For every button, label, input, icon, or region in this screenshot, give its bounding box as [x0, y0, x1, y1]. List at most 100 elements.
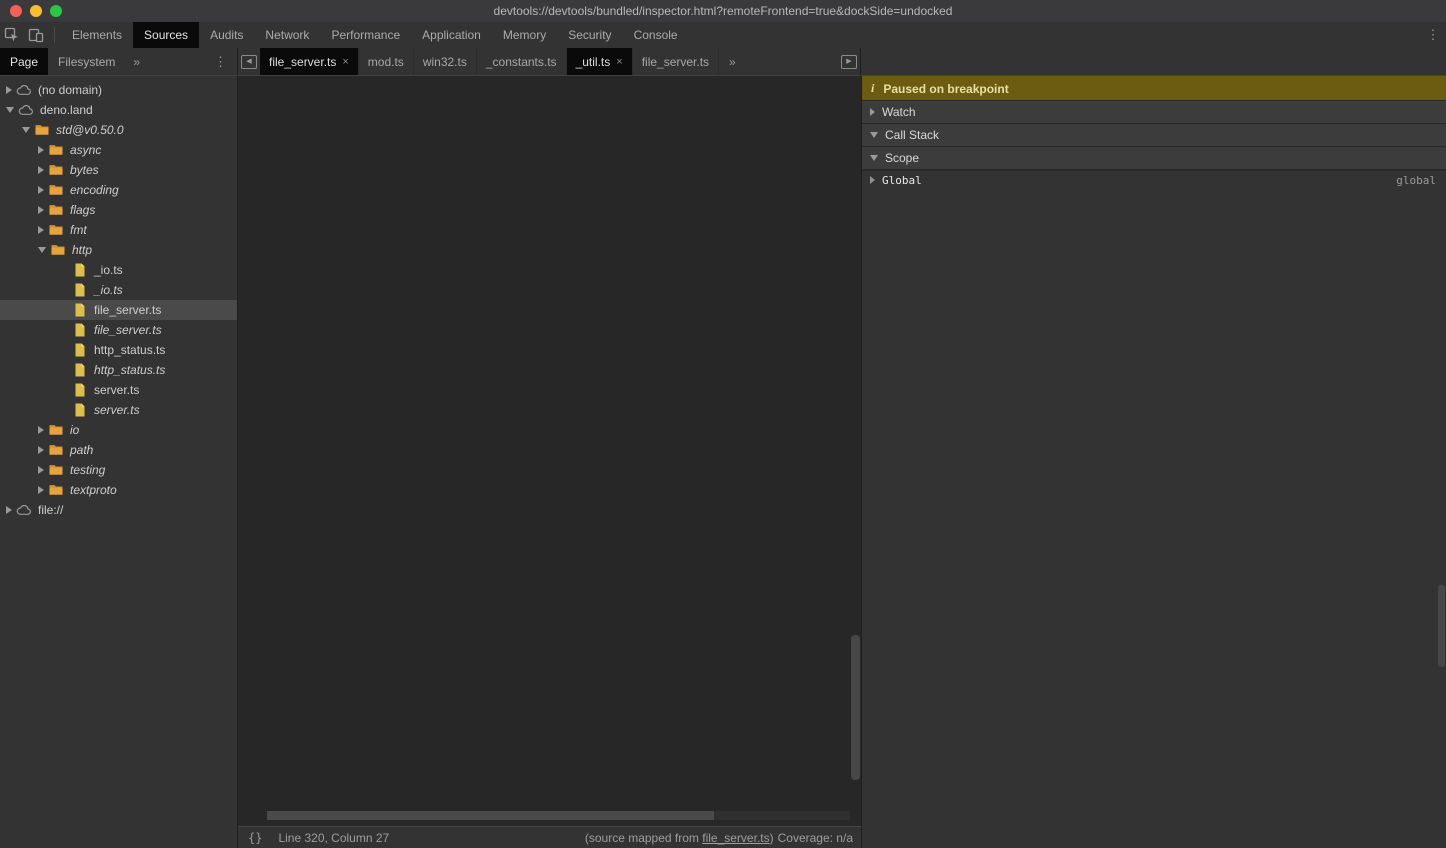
- minimize-window-button[interactable]: [30, 5, 42, 17]
- tree-item-testing[interactable]: testing: [0, 460, 237, 480]
- tree-item-label: http_status.ts: [94, 343, 165, 357]
- main-tab-sources[interactable]: Sources: [133, 22, 199, 48]
- tree-item-file-server-ts[interactable]: file_server.ts: [0, 300, 237, 320]
- tree-item-server-ts[interactable]: server.ts: [0, 380, 237, 400]
- main-tab-application[interactable]: Application: [411, 22, 492, 48]
- file-tree: (no domain) deno.land std@v0.50.0asyncbyte…: [0, 76, 238, 848]
- tree-item-fmt[interactable]: fmt: [0, 220, 237, 240]
- code-editor: [238, 76, 861, 826]
- navigator-menu-icon[interactable]: ⋮: [204, 48, 237, 75]
- chevron-right-icon: [870, 176, 875, 184]
- chevron-right-icon[interactable]: [6, 506, 12, 514]
- main-tab-memory[interactable]: Memory: [492, 22, 557, 48]
- tree-item-label: deno.land: [40, 103, 93, 117]
- scope-section-header[interactable]: Scope: [862, 146, 1446, 170]
- editor-tab-mod-ts[interactable]: mod.ts: [359, 48, 414, 75]
- main-tab-performance[interactable]: Performance: [320, 22, 411, 48]
- debugger-toolbar: [861, 48, 1446, 76]
- tree-item-std-v0-50-0[interactable]: std@v0.50.0: [0, 120, 237, 140]
- main-menu-icon[interactable]: ⋮: [1420, 22, 1446, 48]
- tree-item-bytes[interactable]: bytes: [0, 160, 237, 180]
- editor-tab-file-server-ts[interactable]: file_server.ts×: [260, 48, 359, 75]
- main-tab-console[interactable]: Console: [623, 22, 689, 48]
- chevron-right-icon[interactable]: [38, 426, 44, 434]
- editor-tab-label: _util.ts: [576, 55, 611, 69]
- main-tab-audits[interactable]: Audits: [199, 22, 254, 48]
- chevron-right-icon[interactable]: [38, 206, 44, 214]
- chevron-right-icon[interactable]: [38, 166, 44, 174]
- cloud-icon: [16, 502, 32, 518]
- source-map-status: (source mapped from file_server.ts) Cove…: [585, 831, 861, 845]
- main-tab-elements[interactable]: Elements: [61, 22, 133, 48]
- tree-item-io-ts[interactable]: _io.ts: [0, 260, 237, 280]
- cursor-position-label: Line 320, Column 27: [272, 831, 389, 845]
- tree-item-label: server.ts: [94, 403, 140, 417]
- scrollbar-thumb[interactable]: [267, 811, 714, 820]
- chevron-right-icon[interactable]: [38, 226, 44, 234]
- close-window-button[interactable]: [10, 5, 22, 17]
- tree-item-label: testing: [70, 463, 105, 477]
- tree-item-textproto[interactable]: textproto: [0, 480, 237, 500]
- editor-vertical-scrollbar[interactable]: [851, 635, 860, 780]
- navigator-more-tabs-icon[interactable]: »: [125, 48, 148, 75]
- device-toolbar-icon[interactable]: [24, 22, 48, 48]
- hide-navigator-icon[interactable]: ◀: [238, 48, 260, 75]
- tree-item-file-server-ts[interactable]: file_server.ts: [0, 320, 237, 340]
- tree-item-http-status-ts[interactable]: http_status.ts: [0, 340, 237, 360]
- editor-tab-file-server-ts[interactable]: file_server.ts: [633, 48, 719, 75]
- scope-global-row[interactable]: Global global: [862, 170, 1446, 189]
- chevron-right-icon[interactable]: [38, 486, 44, 494]
- editor-tab-util-ts[interactable]: _util.ts ×: [567, 48, 633, 75]
- chevron-right-icon[interactable]: [38, 446, 44, 454]
- chevron-right-icon[interactable]: [38, 186, 44, 194]
- show-debugger-panel-icon[interactable]: ▶: [838, 48, 860, 75]
- tree-item-path[interactable]: path: [0, 440, 237, 460]
- close-tab-icon[interactable]: ×: [342, 56, 348, 68]
- main-tab-network[interactable]: Network: [254, 22, 320, 48]
- tree-item-label: textproto: [70, 483, 117, 497]
- tree-item-label: encoding: [70, 183, 119, 197]
- tree-item-http[interactable]: http: [0, 240, 237, 260]
- tree-item-io-ts[interactable]: _io.ts: [0, 280, 237, 300]
- chevron-down-icon[interactable]: [6, 107, 14, 113]
- tree-item-file[interactable]: file://: [0, 500, 237, 520]
- nav-tab-page[interactable]: Page: [0, 48, 48, 75]
- call-stack-section-header[interactable]: Call Stack: [862, 123, 1446, 147]
- folder-icon: [48, 442, 64, 458]
- cloud-icon: [18, 102, 34, 118]
- watch-section-header[interactable]: Watch: [862, 100, 1446, 124]
- editor-tab-win32-ts[interactable]: win32.ts: [414, 48, 477, 75]
- source-map-suffix: ): [770, 831, 774, 845]
- tree-item-async[interactable]: async: [0, 140, 237, 160]
- tree-item-io[interactable]: io: [0, 420, 237, 440]
- panel-scrollbar[interactable]: [1438, 585, 1445, 667]
- pretty-print-button[interactable]: {}: [238, 831, 272, 845]
- close-tab-icon[interactable]: ×: [616, 56, 622, 68]
- global-scope-label: Global: [882, 174, 922, 187]
- nav-tab-filesystem[interactable]: Filesystem: [48, 48, 125, 75]
- file-icon: [72, 302, 88, 318]
- tree-item-http-status-ts[interactable]: http_status.ts: [0, 360, 237, 380]
- inspect-cursor-icon[interactable]: [0, 22, 24, 48]
- editor-more-tabs-icon[interactable]: »: [719, 48, 746, 75]
- chevron-right-icon[interactable]: [6, 86, 12, 94]
- devtools-window: devtools://devtools/bundled/inspector.ht…: [0, 0, 1446, 848]
- tree-item-label: path: [70, 443, 93, 457]
- source-map-link[interactable]: file_server.ts: [702, 831, 769, 845]
- chevron-down-icon[interactable]: [22, 127, 30, 133]
- tree-item-no-domain[interactable]: (no domain): [0, 80, 237, 100]
- editor-tab-label: mod.ts: [368, 55, 404, 69]
- chevron-right-icon[interactable]: [38, 466, 44, 474]
- file-icon: [72, 342, 88, 358]
- editor-horizontal-scrollbar[interactable]: [267, 811, 850, 820]
- chevron-down-icon[interactable]: [38, 247, 46, 253]
- tree-item-encoding[interactable]: encoding: [0, 180, 237, 200]
- main-tab-security[interactable]: Security: [557, 22, 622, 48]
- tree-item-flags[interactable]: flags: [0, 200, 237, 220]
- tree-item-deno-land[interactable]: deno.land: [0, 100, 237, 120]
- chevron-right-icon[interactable]: [38, 146, 44, 154]
- tree-item-server-ts[interactable]: server.ts: [0, 400, 237, 420]
- editor-tab-constants-ts[interactable]: _constants.ts: [477, 48, 567, 75]
- zoom-window-button[interactable]: [50, 5, 62, 17]
- editor-statusbar: {} Line 320, Column 27 (source mapped fr…: [238, 826, 861, 848]
